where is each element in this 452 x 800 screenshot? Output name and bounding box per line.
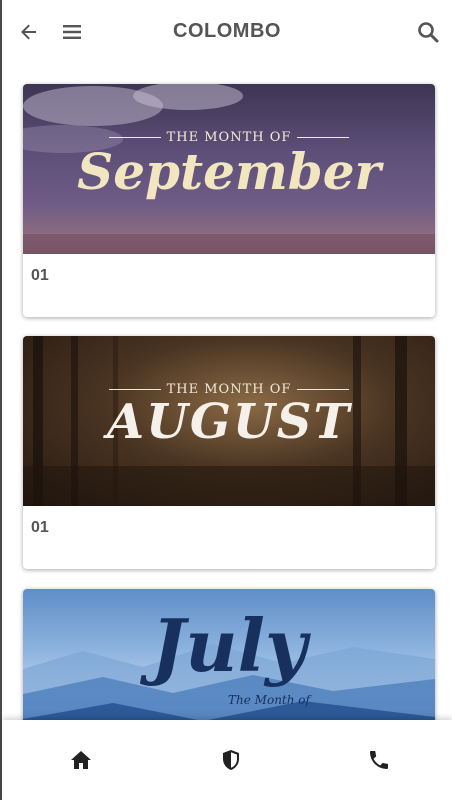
card-image-september: THE MONTH OF September — [23, 84, 435, 254]
card-month-title: AUGUST — [106, 394, 352, 450]
card-image-july: July The Month of — [23, 589, 435, 720]
bottom-navigation — [2, 720, 452, 800]
card-image-august: THE MONTH OF AUGUST — [23, 336, 435, 506]
phone-icon[interactable] — [364, 746, 394, 774]
page-title: COLOMBO — [173, 20, 281, 42]
month-card-july[interactable]: July The Month of — [23, 589, 435, 720]
month-card-september[interactable]: THE MONTH OF September 01 — [23, 84, 435, 317]
card-pretitle: The Month of — [228, 693, 310, 707]
card-caption: 01 — [31, 519, 49, 536]
top-app-bar: COLOMBO — [2, 0, 452, 64]
month-card-august[interactable]: THE MONTH OF AUGUST 01 — [23, 336, 435, 569]
card-caption: 01 — [31, 267, 49, 284]
card-month-title: September — [77, 142, 381, 201]
month-card-list[interactable]: THE MONTH OF September 01 THE MONTH OF A… — [2, 64, 452, 720]
home-icon[interactable] — [66, 746, 96, 774]
search-icon[interactable] — [414, 18, 442, 46]
card-month-title: July — [151, 603, 307, 688]
shield-icon[interactable] — [216, 746, 246, 774]
